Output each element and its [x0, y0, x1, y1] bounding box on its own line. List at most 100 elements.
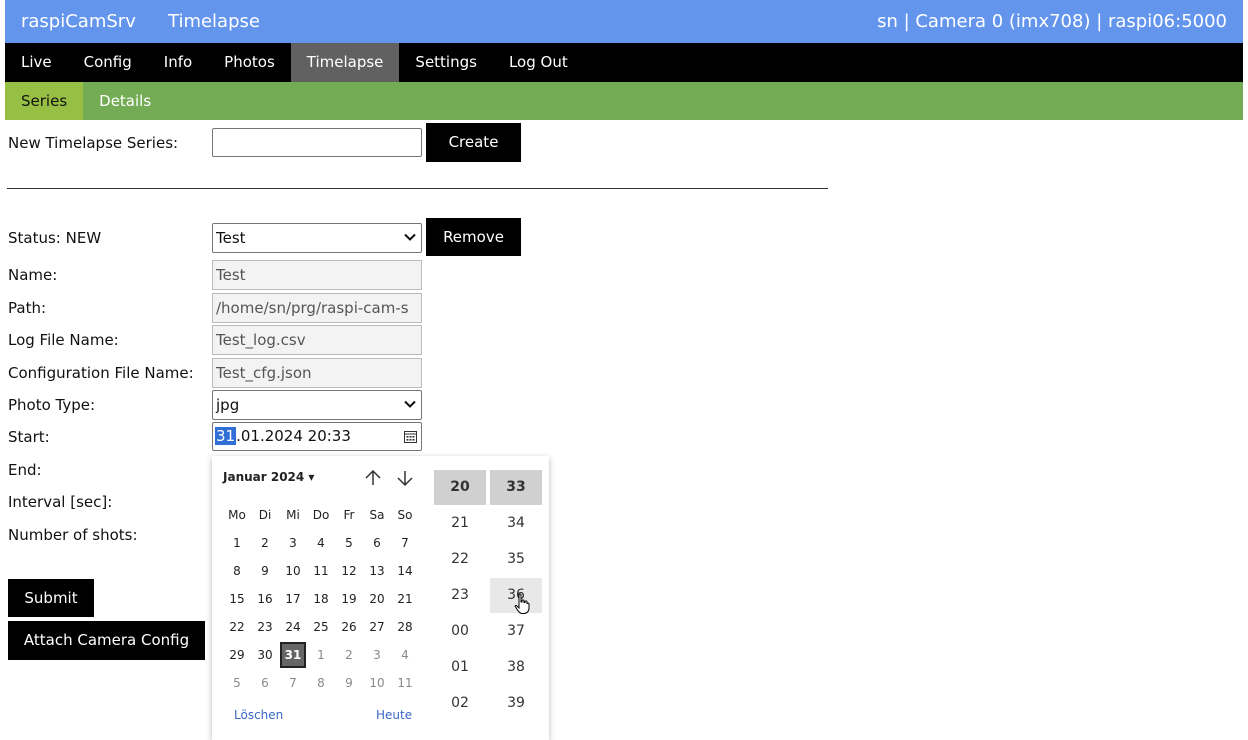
calendar-day[interactable]: 17	[280, 586, 306, 612]
nav-logout[interactable]: Log Out	[493, 43, 584, 82]
chevron-down-icon	[404, 233, 416, 241]
nav-photos[interactable]: Photos	[208, 43, 291, 82]
calendar-day[interactable]: 8	[224, 558, 250, 584]
calendar-day[interactable]: 6	[252, 670, 278, 696]
nav-config[interactable]: Config	[68, 43, 148, 82]
calendar-day[interactable]: 10	[364, 670, 390, 696]
attach-camera-config-button[interactable]: Attach Camera Config	[8, 621, 205, 660]
subnav-series[interactable]: Series	[5, 82, 84, 120]
calendar-day[interactable]: 9	[252, 558, 278, 584]
logfile-field[interactable]: Test_log.csv	[212, 325, 422, 355]
status-label: Status: NEW	[8, 229, 102, 247]
new-series-label: New Timelapse Series:	[8, 134, 179, 152]
hour-option[interactable]: 23	[434, 578, 486, 613]
calendar-day[interactable]: 8	[308, 670, 334, 696]
series-select[interactable]: Test	[212, 223, 422, 253]
calendar-day[interactable]: 23	[252, 614, 278, 640]
chevron-down-icon	[404, 400, 416, 408]
divider	[7, 188, 828, 189]
calendar-icon[interactable]	[404, 430, 417, 443]
minute-option[interactable]: 39	[490, 686, 542, 721]
calendar-day[interactable]: 19	[336, 586, 362, 612]
calendar-day[interactable]: 20	[364, 586, 390, 612]
clear-link[interactable]: Löschen	[234, 708, 283, 722]
minute-option[interactable]: 37	[490, 614, 542, 649]
create-button[interactable]: Create	[426, 123, 521, 162]
start-datetime-value: 31.01.2024 20:33	[215, 427, 351, 445]
series-select-value: Test	[216, 229, 246, 247]
calendar-day[interactable]: 12	[336, 558, 362, 584]
calendar-day[interactable]: 29	[224, 642, 250, 668]
arrow-up-icon[interactable]	[363, 468, 383, 488]
subnav-details[interactable]: Details	[83, 82, 167, 120]
calendar-day[interactable]: 22	[224, 614, 250, 640]
weekday-header: Mi	[286, 508, 300, 522]
calendar-day[interactable]: 6	[364, 530, 390, 556]
nav-live[interactable]: Live	[5, 43, 68, 82]
calendar-day[interactable]: 25	[308, 614, 334, 640]
calendar-day[interactable]: 31	[280, 642, 306, 668]
today-link[interactable]: Heute	[376, 708, 412, 722]
calendar-day[interactable]: 13	[364, 558, 390, 584]
calendar-day[interactable]: 11	[392, 670, 418, 696]
weekday-header: Fr	[343, 508, 355, 522]
calendar-day[interactable]: 2	[252, 530, 278, 556]
nav-settings[interactable]: Settings	[399, 43, 493, 82]
hour-option[interactable]: 00	[434, 614, 486, 649]
shots-label: Number of shots:	[8, 526, 138, 544]
hour-option[interactable]: 20	[434, 470, 486, 505]
cfgfile-field[interactable]: Test_cfg.json	[212, 358, 422, 388]
hour-option[interactable]: 22	[434, 542, 486, 577]
calendar-day[interactable]: 1	[224, 530, 250, 556]
calendar-day[interactable]: 26	[336, 614, 362, 640]
phototype-select[interactable]: jpg	[212, 390, 422, 420]
app-name: raspiCamSrv	[21, 11, 136, 32]
path-field[interactable]: /home/sn/prg/raspi-cam-s	[212, 293, 422, 323]
nav-info[interactable]: Info	[148, 43, 208, 82]
calendar-day[interactable]: 3	[280, 530, 306, 556]
minute-option[interactable]: 34	[490, 506, 542, 541]
nav-timelapse[interactable]: Timelapse	[290, 43, 400, 82]
calendar-day[interactable]: 5	[224, 670, 250, 696]
calendar-day[interactable]: 18	[308, 586, 334, 612]
hour-option[interactable]: 01	[434, 650, 486, 685]
start-day-segment: 31	[215, 427, 237, 445]
weekday-header: Di	[258, 508, 272, 522]
calendar-day[interactable]: 2	[336, 642, 362, 668]
calendar-day[interactable]: 28	[392, 614, 418, 640]
hour-option[interactable]: 21	[434, 506, 486, 541]
calendar-day[interactable]: 9	[336, 670, 362, 696]
remove-button[interactable]: Remove	[426, 218, 521, 256]
start-datetime-input[interactable]: 31.01.2024 20:33	[212, 422, 422, 451]
calendar-day[interactable]: 4	[392, 642, 418, 668]
calendar-day[interactable]: 3	[364, 642, 390, 668]
name-field[interactable]: Test	[212, 260, 422, 290]
new-series-input[interactable]	[212, 128, 422, 157]
calendar-day[interactable]: 24	[280, 614, 306, 640]
calendar-day[interactable]: 14	[392, 558, 418, 584]
submit-button[interactable]: Submit	[8, 579, 94, 617]
calendar-day[interactable]: 7	[392, 530, 418, 556]
arrow-down-icon[interactable]	[395, 468, 415, 488]
calendar-day[interactable]: 4	[308, 530, 334, 556]
calendar-day[interactable]: 16	[252, 586, 278, 612]
calendar-day[interactable]: 15	[224, 586, 250, 612]
month-selector[interactable]: Januar 2024 ▾	[223, 470, 314, 484]
hour-option[interactable]: 02	[434, 686, 486, 721]
minute-option[interactable]: 38	[490, 650, 542, 685]
datetime-picker: Januar 2024 ▾ Mo Di Mi Do Fr Sa So 1 2 3 4 5 6 7 8 9 10 1…	[212, 456, 549, 740]
weekday-header: Do	[312, 508, 330, 522]
calendar-day[interactable]: 10	[280, 558, 306, 584]
calendar-day[interactable]: 5	[336, 530, 362, 556]
minute-option[interactable]: 35	[490, 542, 542, 577]
page-title: Timelapse	[168, 11, 260, 32]
sub-nav: Series Details	[5, 82, 1243, 120]
calendar-day[interactable]: 21	[392, 586, 418, 612]
calendar-day[interactable]: 27	[364, 614, 390, 640]
calendar-day[interactable]: 1	[308, 642, 334, 668]
minute-option[interactable]: 33	[490, 470, 542, 505]
calendar-day[interactable]: 11	[308, 558, 334, 584]
calendar-day[interactable]: 7	[280, 670, 306, 696]
calendar-day[interactable]: 30	[252, 642, 278, 668]
minute-option[interactable]: 36	[490, 578, 542, 613]
